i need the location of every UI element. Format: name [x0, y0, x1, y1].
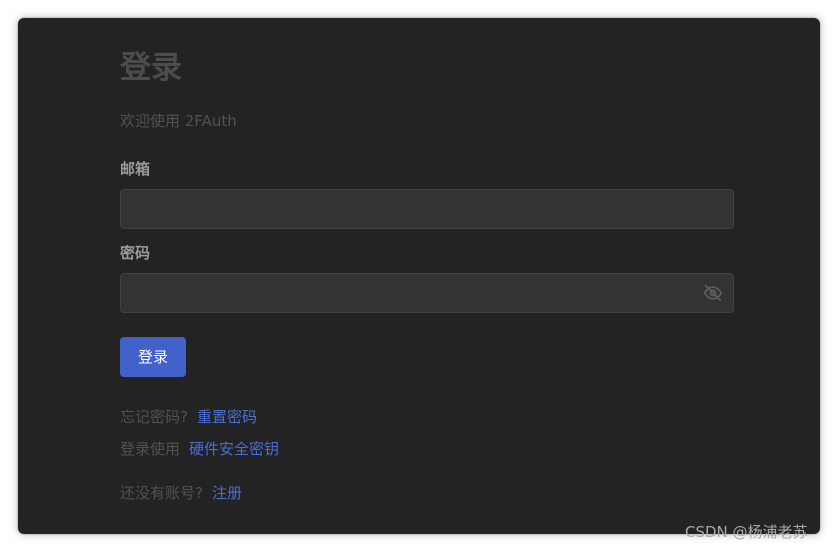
register-prompt: 还没有账号? — [120, 484, 203, 502]
password-field[interactable] — [121, 274, 733, 312]
register-link[interactable]: 注册 — [212, 484, 242, 502]
password-label: 密码 — [120, 244, 151, 262]
webauthn-line: 登录使用 硬件安全密钥 — [120, 439, 279, 459]
welcome-subtitle: 欢迎使用 2FAuth — [120, 112, 237, 130]
login-button[interactable]: 登录 — [120, 337, 186, 377]
email-field[interactable] — [121, 190, 733, 228]
password-field-box — [120, 273, 734, 313]
reset-password-link[interactable]: 重置密码 — [197, 408, 257, 426]
page-title: 登录 — [120, 50, 182, 86]
login-window: 登录 欢迎使用 2FAuth 邮箱 密码 登录 忘记密码? 重置密码 登录使用 硬件… — [18, 18, 820, 534]
watermark: CSDN @杨浦老苏 — [685, 523, 808, 541]
forgot-password-prompt: 忘记密码? — [120, 408, 188, 426]
register-line: 还没有账号? 注册 — [120, 483, 242, 503]
eye-slash-icon[interactable] — [703, 283, 723, 303]
forgot-password-line: 忘记密码? 重置密码 — [120, 407, 257, 427]
email-field-box — [120, 189, 734, 229]
webauthn-prompt: 登录使用 — [120, 440, 181, 458]
email-label: 邮箱 — [120, 160, 151, 178]
security-key-link[interactable]: 硬件安全密钥 — [189, 440, 279, 458]
